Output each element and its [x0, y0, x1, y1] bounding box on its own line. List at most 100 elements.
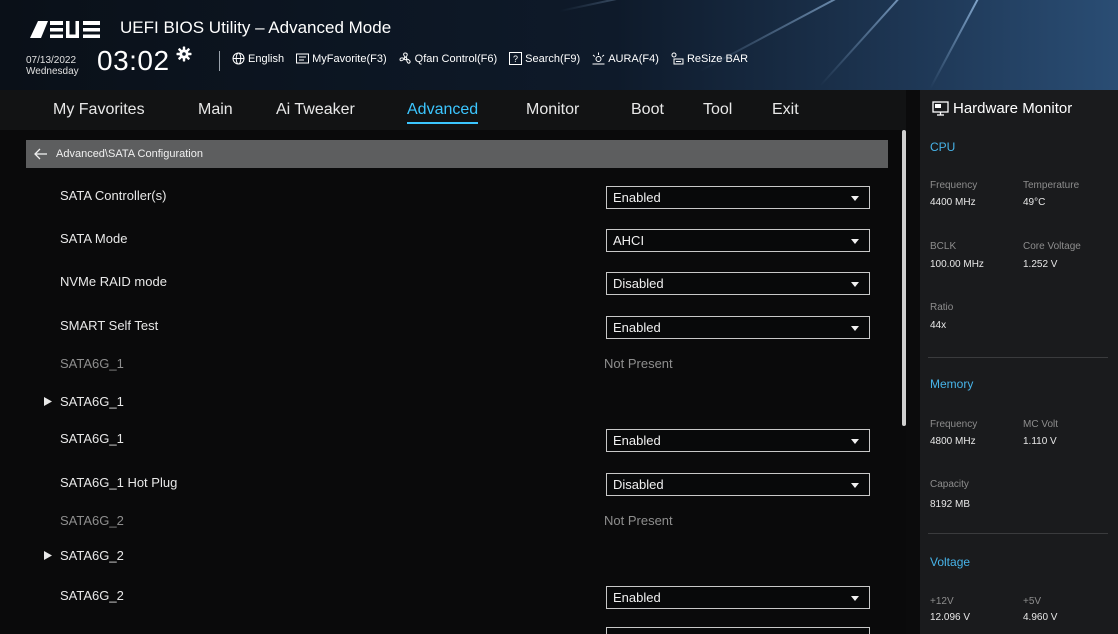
cpu-frequency-label: Frequency: [930, 180, 978, 191]
sata6g-1-hot-plug-select[interactable]: Disabled: [606, 473, 870, 496]
date-display: 07/13/2022 Wednesday: [26, 55, 79, 77]
qfan-control-label: Qfan Control(F6): [414, 52, 498, 65]
sata6g-1-select[interactable]: Enabled: [606, 429, 870, 452]
tab-boot[interactable]: Boot: [631, 101, 664, 119]
settings-panel: Advanced\SATA Configuration SATA Control…: [0, 130, 906, 634]
bclk-value: 100.00 MHz: [930, 259, 984, 270]
capacity-label: Capacity: [930, 479, 969, 490]
search-button[interactable]: ? Search(F9): [509, 52, 580, 65]
expand-arrow-icon: [44, 551, 52, 560]
setting-label: SMART Self Test: [60, 318, 159, 333]
language-button[interactable]: English: [232, 52, 284, 65]
capacity-value: 8192 MB: [930, 499, 971, 510]
hardware-monitor-panel: Hardware Monitor CPU Frequency 4400 MHz …: [920, 90, 1118, 634]
search-icon: ?: [509, 52, 523, 65]
section-divider: [928, 533, 1108, 534]
submenu-label: SATA6G_1: [60, 394, 124, 409]
resize-bar-label: ReSize BAR: [686, 52, 749, 65]
aura-button[interactable]: AURA(F4): [592, 52, 659, 65]
select-value: Enabled: [613, 590, 661, 605]
globe-icon: [232, 52, 245, 65]
asus-logo: [30, 21, 100, 38]
cpu-temperature-label: Temperature: [1023, 180, 1080, 191]
submenu-sata6g-2[interactable]: SATA6G_2: [44, 548, 124, 563]
tab-ai-tweaker[interactable]: Ai Tweaker: [276, 101, 355, 119]
ratio-value: 44x: [930, 320, 947, 331]
mc-volt-label: MC Volt: [1023, 419, 1059, 430]
voltage-heading: Voltage: [930, 555, 971, 569]
tab-exit[interactable]: Exit: [772, 101, 799, 119]
select-value: Enabled: [613, 320, 661, 335]
v12-value: 12.096 V: [930, 612, 971, 623]
breadcrumb-path: Advanced\SATA Configuration: [56, 148, 203, 160]
gear-icon[interactable]: [176, 46, 192, 62]
decorative-streak: [559, 0, 893, 12]
decorative-streak: [819, 0, 1022, 87]
tab-my-favorites[interactable]: My Favorites: [53, 101, 145, 119]
memory-frequency-value: 4800 MHz: [930, 436, 976, 447]
tab-monitor[interactable]: Monitor: [526, 101, 579, 119]
title-bar: UEFI BIOS Utility – Advanced Mode 07/13/…: [0, 0, 1118, 90]
port-info-label: SATA6G_1: [60, 356, 124, 371]
chevron-down-icon: [851, 483, 859, 488]
myfavorite-button[interactable]: MyFavorite(F3): [296, 52, 387, 65]
sata-controller-select[interactable]: Enabled: [606, 186, 870, 209]
ratio-label: Ratio: [930, 302, 954, 313]
resize-bar-icon: [671, 52, 684, 65]
cpu-heading: CPU: [930, 140, 956, 154]
expand-arrow-icon: [44, 397, 52, 406]
smart-self-test-select[interactable]: Enabled: [606, 316, 870, 339]
svg-text:?: ?: [513, 54, 518, 64]
chevron-down-icon: [851, 282, 859, 287]
date: 07/13/2022: [26, 55, 77, 66]
setting-label: SATA6G_2: [60, 588, 124, 603]
chevron-down-icon: [851, 439, 859, 444]
tab-main[interactable]: Main: [198, 101, 233, 119]
aura-icon: [592, 52, 605, 65]
core-voltage-value: 1.252 V: [1023, 259, 1058, 270]
select-value: Disabled: [613, 477, 664, 492]
select-value: Disabled: [613, 276, 664, 291]
qfan-control-button[interactable]: Qfan Control(F6): [399, 52, 498, 65]
port-info-label: SATA6G_2: [60, 513, 124, 528]
sata-mode-select[interactable]: AHCI: [606, 229, 870, 252]
select-value: Enabled: [613, 433, 661, 448]
weekday: Wednesday: [26, 66, 79, 77]
chevron-down-icon: [851, 239, 859, 244]
port-status: Not Present: [604, 356, 673, 371]
tab-tool[interactable]: Tool: [703, 101, 732, 119]
fan-icon: [399, 52, 411, 64]
v5-value: 4.960 V: [1023, 612, 1058, 623]
bclk-label: BCLK: [930, 241, 957, 252]
decorative-streak: [929, 0, 1035, 90]
myfavorite-label: MyFavorite(F3): [312, 52, 387, 65]
window-title: UEFI BIOS Utility – Advanced Mode: [120, 18, 392, 37]
tab-advanced[interactable]: Advanced: [407, 101, 479, 124]
next-row-select-partial[interactable]: [606, 627, 870, 634]
nvme-raid-mode-select[interactable]: Disabled: [606, 272, 870, 295]
submenu-sata6g-1[interactable]: SATA6G_1: [44, 394, 124, 409]
setting-label: SATA Controller(s): [60, 188, 167, 203]
resize-bar-button[interactable]: ReSize BAR: [671, 52, 748, 65]
cpu-temperature-value: 49°C: [1023, 197, 1046, 208]
select-value: Enabled: [613, 190, 661, 205]
breadcrumb[interactable]: Advanced\SATA Configuration: [26, 140, 888, 168]
chevron-down-icon: [851, 196, 859, 201]
hardware-monitor-title-text: Hardware Monitor: [953, 100, 1073, 117]
hardware-monitor-title: Hardware Monitor: [932, 100, 1072, 117]
chevron-down-icon: [851, 596, 859, 601]
v12-label: +12V: [930, 596, 954, 607]
clock: 03:02: [97, 45, 170, 76]
search-label: Search(F9): [525, 52, 581, 65]
toolbar: English MyFavorite(F3) Qfan Control(F6) …: [232, 52, 748, 65]
back-arrow-icon[interactable]: [34, 148, 48, 160]
sata6g-2-select[interactable]: Enabled: [606, 586, 870, 609]
scrollbar[interactable]: [902, 130, 906, 426]
cpu-frequency-value: 4400 MHz: [930, 197, 976, 208]
main-nav: My Favorites Main Ai Tweaker Advanced Mo…: [0, 90, 906, 130]
v5-label: +5V: [1023, 596, 1042, 607]
memory-heading: Memory: [930, 377, 974, 391]
core-voltage-label: Core Voltage: [1023, 241, 1081, 252]
select-value: AHCI: [613, 233, 645, 248]
setting-label: SATA6G_1: [60, 431, 124, 446]
